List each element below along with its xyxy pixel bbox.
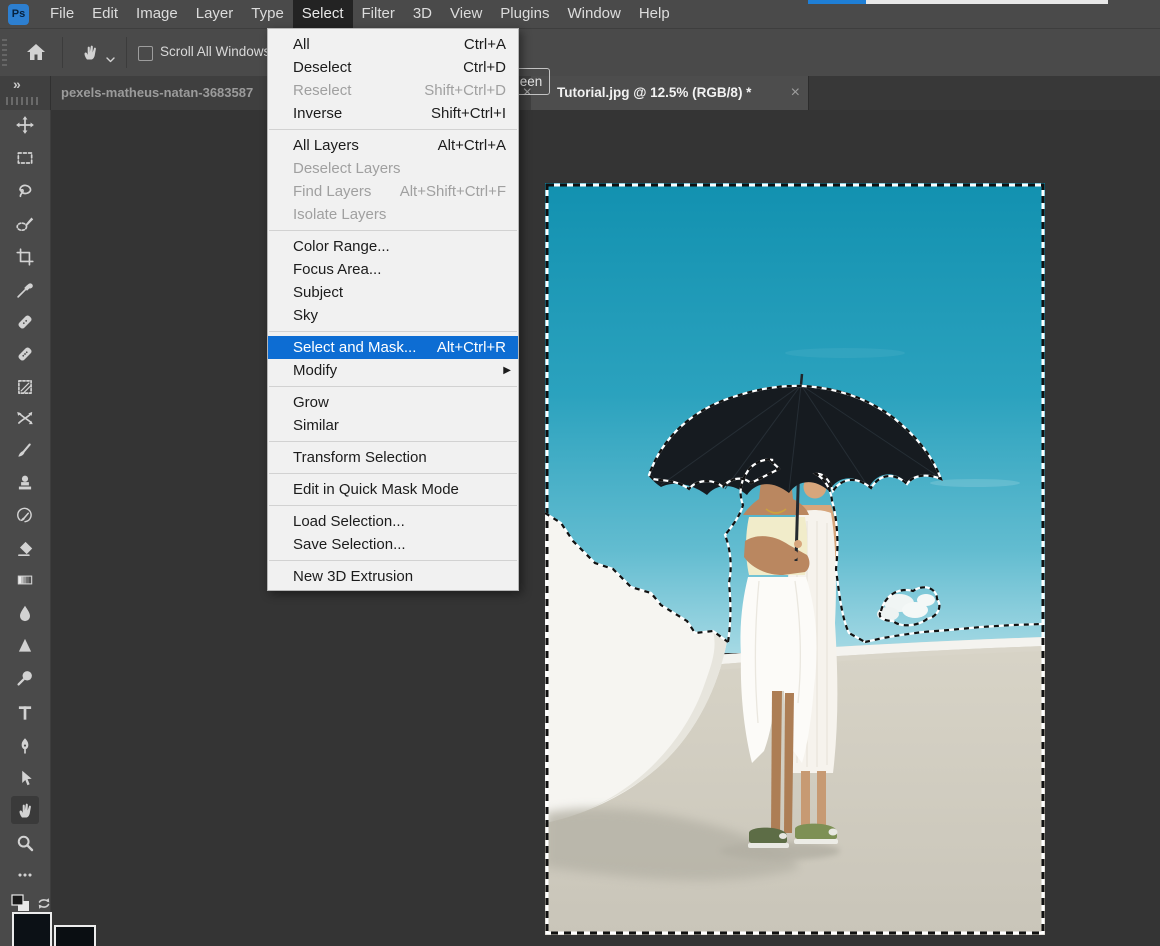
- photoshop-window: Ps File Edit Image Layer Type Select Fil…: [0, 0, 1160, 946]
- menu-item-reselect: ReselectShift+Ctrl+D: [268, 79, 518, 102]
- lasso-tool[interactable]: [11, 177, 39, 205]
- menu-item-edit-in-quick-mask-mode[interactable]: Edit in Quick Mask Mode: [268, 478, 518, 501]
- content-aware-move-tool[interactable]: [11, 404, 39, 432]
- menu-item-all-layers[interactable]: All LayersAlt+Ctrl+A: [268, 134, 518, 157]
- home-icon[interactable]: [24, 40, 48, 69]
- brush-tool[interactable]: [11, 436, 39, 464]
- menu-item-subject[interactable]: Subject: [268, 281, 518, 304]
- tab-label: Tutorial.jpg @ 12.5% (RGB/8) *: [557, 85, 751, 100]
- tab-label: pexels-matheus-natan-3683587: [61, 85, 253, 100]
- photoshop-logo-icon[interactable]: Ps: [8, 4, 29, 25]
- menu-separator: [269, 129, 517, 130]
- menu-layer[interactable]: Layer: [187, 0, 243, 28]
- menu-plugins[interactable]: Plugins: [491, 0, 558, 28]
- options-bar-grip[interactable]: [2, 39, 7, 66]
- menu-item-deselect[interactable]: DeselectCtrl+D: [268, 56, 518, 79]
- menu-item-grow[interactable]: Grow: [268, 391, 518, 414]
- menu-separator: [269, 331, 517, 332]
- menu-item-sky[interactable]: Sky: [268, 304, 518, 327]
- canvas-pasteboard[interactable]: [50, 110, 1160, 946]
- panel-grip[interactable]: [6, 97, 40, 105]
- menu-item-find-layers: Find LayersAlt+Shift+Ctrl+F: [268, 180, 518, 203]
- menu-item-focus-area[interactable]: Focus Area...: [268, 258, 518, 281]
- menu-item-transform-selection[interactable]: Transform Selection: [268, 446, 518, 469]
- menu-filter[interactable]: Filter: [353, 0, 404, 28]
- dodge-tool[interactable]: [11, 664, 39, 692]
- menu-item-isolate-layers: Isolate Layers: [268, 203, 518, 226]
- menu-separator: [269, 473, 517, 474]
- options-separator: [62, 37, 63, 68]
- menu-separator: [269, 386, 517, 387]
- menu-separator: [269, 441, 517, 442]
- menu-item-inverse[interactable]: InverseShift+Ctrl+I: [268, 102, 518, 125]
- background-color-swatch[interactable]: [54, 925, 96, 946]
- scroll-all-windows-label: Scroll All Windows: [160, 44, 270, 59]
- scroll-all-windows-checkbox[interactable]: [138, 46, 153, 61]
- menu-window[interactable]: Window: [558, 0, 629, 28]
- object-selection-tool[interactable]: [11, 210, 39, 238]
- zoom-tool[interactable]: [11, 829, 39, 857]
- gradient-tool[interactable]: [11, 566, 39, 594]
- options-bar: Scroll All Windows een: [0, 28, 1160, 76]
- menu-item-save-selection[interactable]: Save Selection...: [268, 533, 518, 556]
- menu-item-all[interactable]: AllCtrl+A: [268, 33, 518, 56]
- menu-help[interactable]: Help: [630, 0, 679, 28]
- menu-separator: [269, 505, 517, 506]
- hand-tool[interactable]: [11, 796, 39, 824]
- document-image[interactable]: [545, 183, 1045, 935]
- hand-tool-options-icon[interactable]: [80, 42, 101, 68]
- menu-item-similar[interactable]: Similar: [268, 414, 518, 437]
- menu-item-color-range[interactable]: Color Range...: [268, 235, 518, 258]
- move-tool[interactable]: [11, 111, 39, 139]
- menu-bar: Ps File Edit Image Layer Type Select Fil…: [0, 0, 1160, 28]
- menu-item-deselect-layers: Deselect Layers: [268, 157, 518, 180]
- sharpen-tool[interactable]: [11, 631, 39, 659]
- eyedropper-tool[interactable]: [11, 276, 39, 304]
- menu-item-modify[interactable]: Modify▶: [268, 359, 518, 382]
- spot-healing-brush-tool[interactable]: [11, 308, 39, 336]
- document-tab-bar: » pexels-matheus-natan-3683587 × Tutoria…: [0, 75, 1160, 110]
- pen-tool[interactable]: [11, 732, 39, 760]
- healing-brush-tool[interactable]: [11, 340, 39, 368]
- chevron-down-icon[interactable]: [106, 50, 115, 68]
- menu-image[interactable]: Image: [127, 0, 187, 28]
- eraser-tool[interactable]: [11, 534, 39, 562]
- patch-tool[interactable]: [11, 373, 39, 401]
- menu-item-new-3d-extrusion[interactable]: New 3D Extrusion: [268, 565, 518, 588]
- menu-item-load-selection[interactable]: Load Selection...: [268, 510, 518, 533]
- type-tool[interactable]: [11, 699, 39, 727]
- rectangular-marquee-tool[interactable]: [11, 144, 39, 172]
- menu-type[interactable]: Type: [242, 0, 293, 28]
- submenu-arrow-icon: ▶: [503, 365, 511, 376]
- collapse-panel-icon[interactable]: »: [13, 76, 21, 92]
- menu-view[interactable]: View: [441, 0, 491, 28]
- crop-tool[interactable]: [11, 243, 39, 271]
- menu-item-select-and-mask[interactable]: Select and Mask...Alt+Ctrl+R: [268, 336, 518, 359]
- menu-edit[interactable]: Edit: [83, 0, 127, 28]
- clone-stamp-tool[interactable]: [11, 469, 39, 497]
- menu-separator: [269, 230, 517, 231]
- close-icon[interactable]: ×: [783, 84, 808, 102]
- tools-panel-header[interactable]: »: [0, 75, 51, 110]
- menu-3d[interactable]: 3D: [404, 0, 441, 28]
- select-dropdown-menu: AllCtrl+A DeselectCtrl+D ReselectShift+C…: [267, 28, 519, 591]
- path-selection-tool[interactable]: [11, 764, 39, 792]
- edit-toolbar-ellipsis-icon[interactable]: [11, 861, 39, 889]
- tools-panel: [0, 110, 51, 946]
- tab-tutorial-document[interactable]: Tutorial.jpg @ 12.5% (RGB/8) * ×: [531, 75, 809, 110]
- top-strip-blue: [808, 0, 866, 4]
- menu-separator: [269, 560, 517, 561]
- foreground-color-swatch[interactable]: [12, 912, 52, 946]
- menu-file[interactable]: File: [41, 0, 83, 28]
- blur-tool[interactable]: [11, 599, 39, 627]
- menu-select[interactable]: Select: [293, 0, 353, 28]
- history-brush-tool[interactable]: [11, 501, 39, 529]
- options-separator: [126, 37, 127, 68]
- top-strip-light: [866, 0, 1108, 4]
